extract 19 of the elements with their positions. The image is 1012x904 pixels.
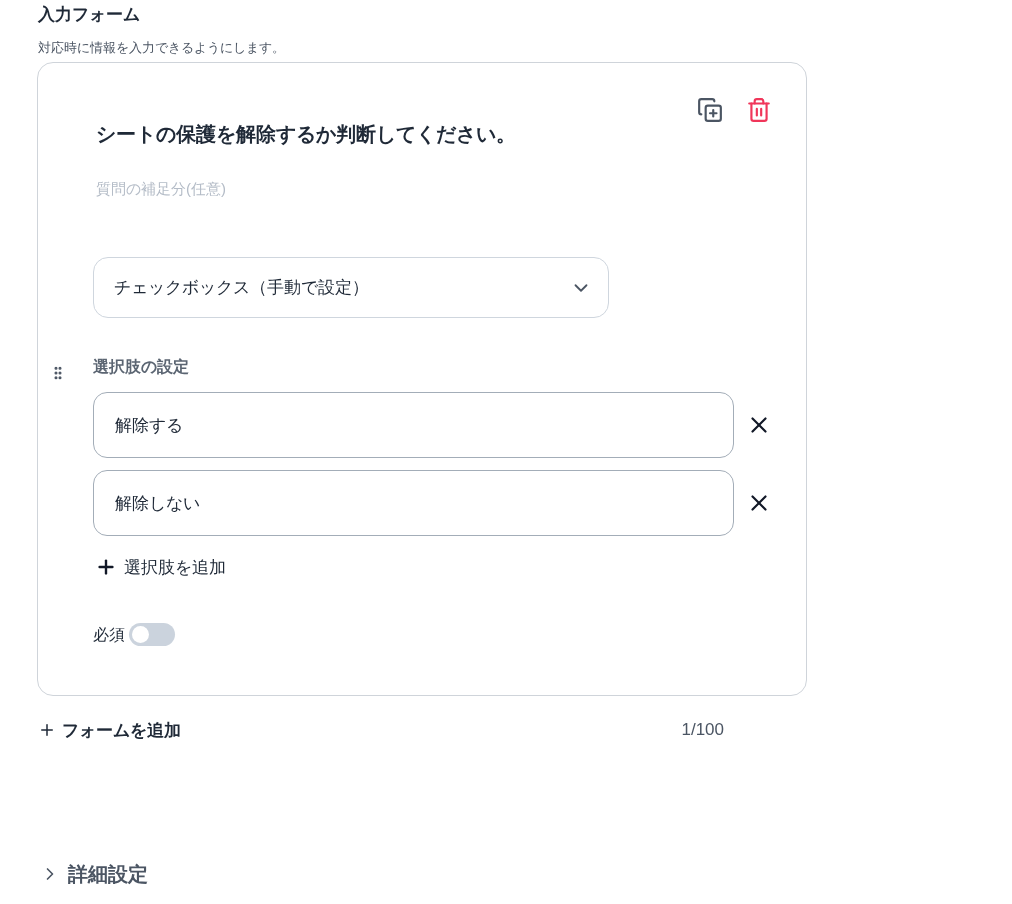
required-label: 必須 [93, 624, 125, 645]
add-choice-button[interactable]: 選択肢を追加 [93, 555, 226, 579]
form-count: 1/100 [681, 719, 724, 741]
plus-icon [38, 721, 56, 739]
choice-field[interactable]: 解除する [93, 392, 734, 458]
question-title[interactable]: シートの保護を解除するか判断してください。 [96, 121, 516, 147]
trash-icon [746, 97, 772, 123]
add-form-button[interactable]: フォームを追加 [38, 718, 181, 742]
choices-label: 選択肢の設定 [93, 357, 189, 377]
duplicate-button[interactable] [697, 97, 723, 123]
section-description: 対応時に情報を入力できるようにします。 [38, 39, 285, 57]
delete-button[interactable] [746, 97, 772, 123]
choice-field[interactable]: 解除しない [93, 470, 734, 536]
required-toggle[interactable] [129, 623, 175, 646]
answer-type-select[interactable]: チェックボックス（手動で設定） [93, 257, 609, 318]
section-title: 入力フォーム [38, 4, 140, 26]
copy-plus-icon [697, 97, 723, 123]
supplement-field[interactable]: 質問の補足分(任意) [96, 177, 656, 199]
details-toggle[interactable]: 詳細設定 [40, 860, 148, 888]
